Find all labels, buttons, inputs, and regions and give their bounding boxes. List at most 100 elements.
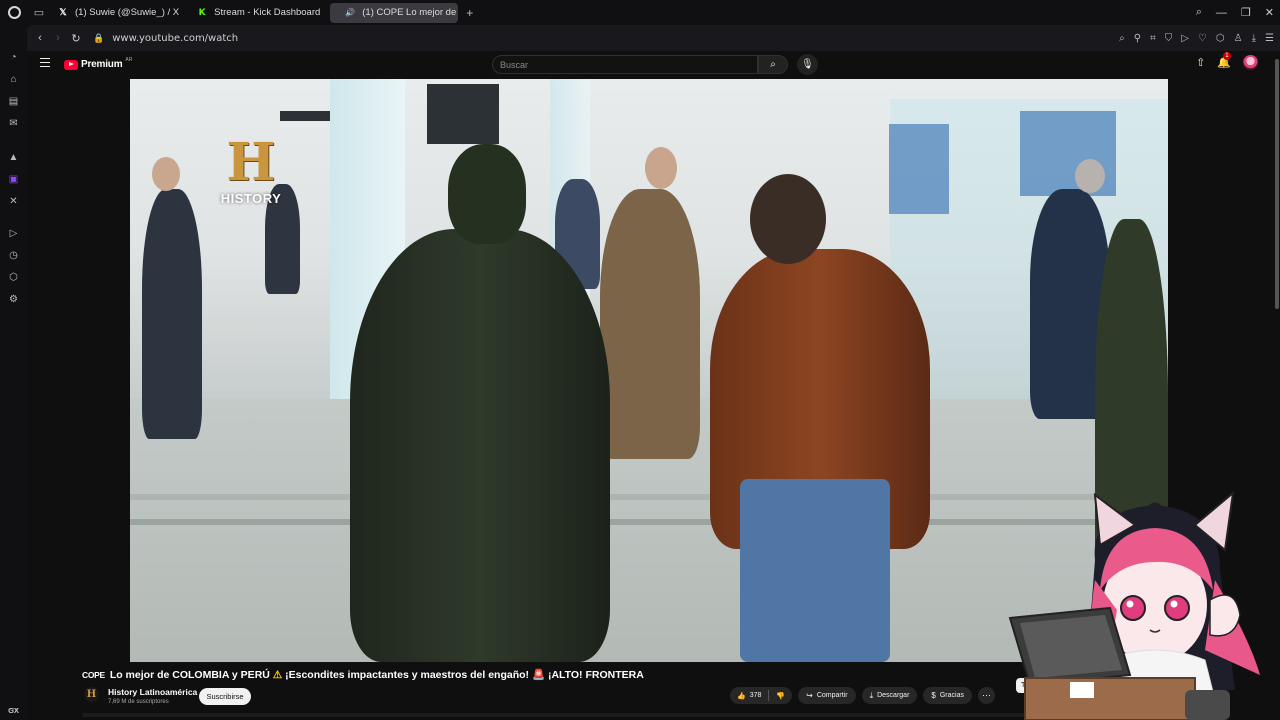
tab-label: Stream - Kick Dashboard (214, 7, 321, 18)
gx-corner-icon[interactable]: ▤ (0, 93, 27, 109)
more-icon[interactable]: ⋯ (0, 701, 27, 717)
scrollbar-thumb[interactable] (1275, 59, 1279, 309)
download-label: Descargar (877, 692, 910, 699)
notification-badge: 1 (1223, 52, 1231, 60)
x-sidebar-icon[interactable]: ✕ (0, 193, 27, 209)
tab-x-suwie[interactable]: 𝕏 (1) Suwie (@Suwie_) / X (50, 3, 187, 23)
new-tab-button[interactable]: + (460, 6, 479, 20)
close-icon[interactable]: ✕ (1265, 6, 1274, 19)
subscriber-count: 7,69 M de suscriptores (108, 699, 169, 705)
extensions-icon[interactable]: ⬡ (0, 269, 27, 285)
restore-icon[interactable]: ❐ (1241, 6, 1251, 19)
thanks-label: Gracias (939, 692, 964, 699)
video-person (142, 189, 202, 439)
extensions-icon[interactable]: ⬡ (1216, 33, 1225, 44)
history-h-logo: H (226, 132, 276, 193)
video-scene-sign (427, 84, 499, 144)
url-field[interactable]: www.youtube.com/watch (112, 33, 238, 44)
pin-icon[interactable]: ⚲ (1134, 33, 1141, 44)
warning-icon: ⚠ (272, 669, 283, 681)
voice-search-button[interactable]: 🎙 (797, 54, 818, 75)
back-icon[interactable]: ‹ (31, 32, 49, 44)
history-icon[interactable]: ◷ (0, 247, 27, 263)
menu-icon[interactable] (40, 58, 50, 67)
thanks-button[interactable]: $ Gracias (923, 687, 972, 704)
settings-icon[interactable]: ⚙ (0, 291, 27, 307)
opera-gx-menu-icon[interactable] (0, 0, 28, 25)
youtube-header: Premium AR Buscar ⌕ 🎙 ⇧ 🔔 1 (27, 51, 1280, 78)
history-logo-text: HISTORY (220, 191, 282, 206)
vtuber-box (1024, 677, 1196, 720)
speaker-icon[interactable]: 🔊 (345, 8, 355, 17)
youtube-logo[interactable]: Premium AR (64, 57, 132, 70)
player-icon[interactable]: ▷ (0, 225, 27, 241)
video-person (1075, 159, 1105, 193)
upload-icon[interactable]: ⇧ (1196, 56, 1205, 69)
vtuber-box-label (1070, 682, 1094, 698)
download-icon[interactable]: ⤓ (1252, 33, 1256, 44)
video-scene-sign (889, 124, 949, 214)
share-button[interactable]: ↪ Compartir (798, 687, 856, 704)
gx-control-icon[interactable]: ◔ (0, 49, 27, 65)
tab-youtube-active[interactable]: 🔊 (1) COPE Lo mejor de C (330, 2, 459, 23)
title-part: ¡Escondites impactantes y maestros del e… (285, 669, 530, 681)
heart-icon[interactable]: ♡ (1198, 33, 1207, 44)
subscribe-button[interactable]: Suscribirse (199, 688, 251, 705)
video-officer (350, 229, 610, 662)
browser-tab-strip: ▭ 𝕏 (1) Suwie (@Suwie_) / X K Stream - K… (0, 0, 1280, 25)
mic-icon: 🎙 (801, 59, 814, 70)
lock-icon[interactable]: 🔒 (93, 33, 104, 44)
like-dislike-group: 👍 378 👎 (730, 687, 793, 704)
title-part: Lo mejor de COLOMBIA y PERÚ (109, 669, 270, 681)
vpn-icon[interactable]: ⛉ (1165, 33, 1173, 44)
minimize-icon[interactable]: — (1216, 7, 1227, 19)
tab-kick-dashboard[interactable]: K Stream - Kick Dashboard (189, 3, 328, 23)
avatar[interactable] (1243, 55, 1258, 70)
like-button[interactable]: 👍 378 (730, 687, 768, 704)
search-icon: ⌕ (770, 59, 776, 70)
kick-sidebar-icon[interactable]: ▲ (0, 149, 27, 165)
title-part: ¡ALTO! FRONTERA (547, 669, 644, 681)
video-title: COPE Lo mejor de COLOMBIA y PERÚ ⚠ ¡Esco… (82, 668, 644, 681)
search-button[interactable]: ⌕ (758, 55, 788, 74)
search-input[interactable]: Buscar (492, 55, 758, 74)
search-tabs-icon[interactable]: ⌕ (1196, 6, 1202, 19)
snapshot-icon[interactable]: ⌗ (1150, 33, 1156, 44)
address-bar: ‹ › ↻ 🔒 www.youtube.com/watch ⌕ ⚲ ⌗ ⛉ ▷ … (27, 25, 1280, 51)
play-icon[interactable]: ▷ (1181, 33, 1189, 44)
tab-islands-icon[interactable]: ▭ (28, 0, 50, 25)
dislike-button[interactable]: 👎 (769, 687, 792, 704)
kick-icon: K (198, 7, 206, 18)
share-label: Compartir (816, 692, 848, 699)
cope-logo: COPE (82, 670, 105, 680)
video-person (645, 147, 677, 189)
more-actions-button[interactable]: ⋯ (977, 687, 995, 704)
video-officer-head (448, 144, 526, 244)
notifications-button[interactable]: 🔔 1 (1217, 52, 1231, 69)
video-actions: 👍 378 👎 ↪ Compartir ⤓ Descargar $ Gracia… (730, 687, 995, 704)
twitch-icon[interactable]: ▣ (0, 171, 27, 187)
siren-icon: 🚨 (531, 669, 546, 681)
description-box[interactable] (82, 713, 1032, 717)
gx-cleaner-icon[interactable]: ⌂ (0, 71, 27, 87)
more-icon: ⋯ (981, 690, 991, 700)
forward-icon[interactable]: › (49, 32, 67, 44)
history-watermark: H HISTORY (219, 132, 283, 207)
easy-setup-icon[interactable]: ☰ (1265, 33, 1274, 44)
vtuber-mug (1185, 690, 1230, 720)
download-button[interactable]: ⤓ Descargar (861, 687, 918, 704)
channel-name[interactable]: History Latinoamérica (108, 687, 197, 697)
thumbs-down-icon: 👎 (776, 692, 786, 700)
profile-icon[interactable]: ♙ (1234, 33, 1243, 44)
download-icon: ⤓ (869, 690, 874, 700)
reload-icon[interactable]: ↻ (67, 32, 85, 45)
like-count: 378 (749, 692, 762, 699)
zoom-icon[interactable]: ⌕ (1119, 33, 1125, 44)
video-man-head (750, 174, 826, 264)
youtube-play-icon (64, 59, 78, 70)
channel-avatar[interactable]: H (84, 687, 99, 702)
thumbs-up-icon: 👍 (737, 692, 746, 700)
address-bar-actions: ⌕ ⚲ ⌗ ⛉ ▷ ♡ ⬡ ♙ ⤓ ☰ (1119, 25, 1274, 51)
window-controls: ⌕ — ❐ ✕ (1196, 0, 1274, 25)
messenger-icon[interactable]: ✉ (0, 115, 27, 131)
